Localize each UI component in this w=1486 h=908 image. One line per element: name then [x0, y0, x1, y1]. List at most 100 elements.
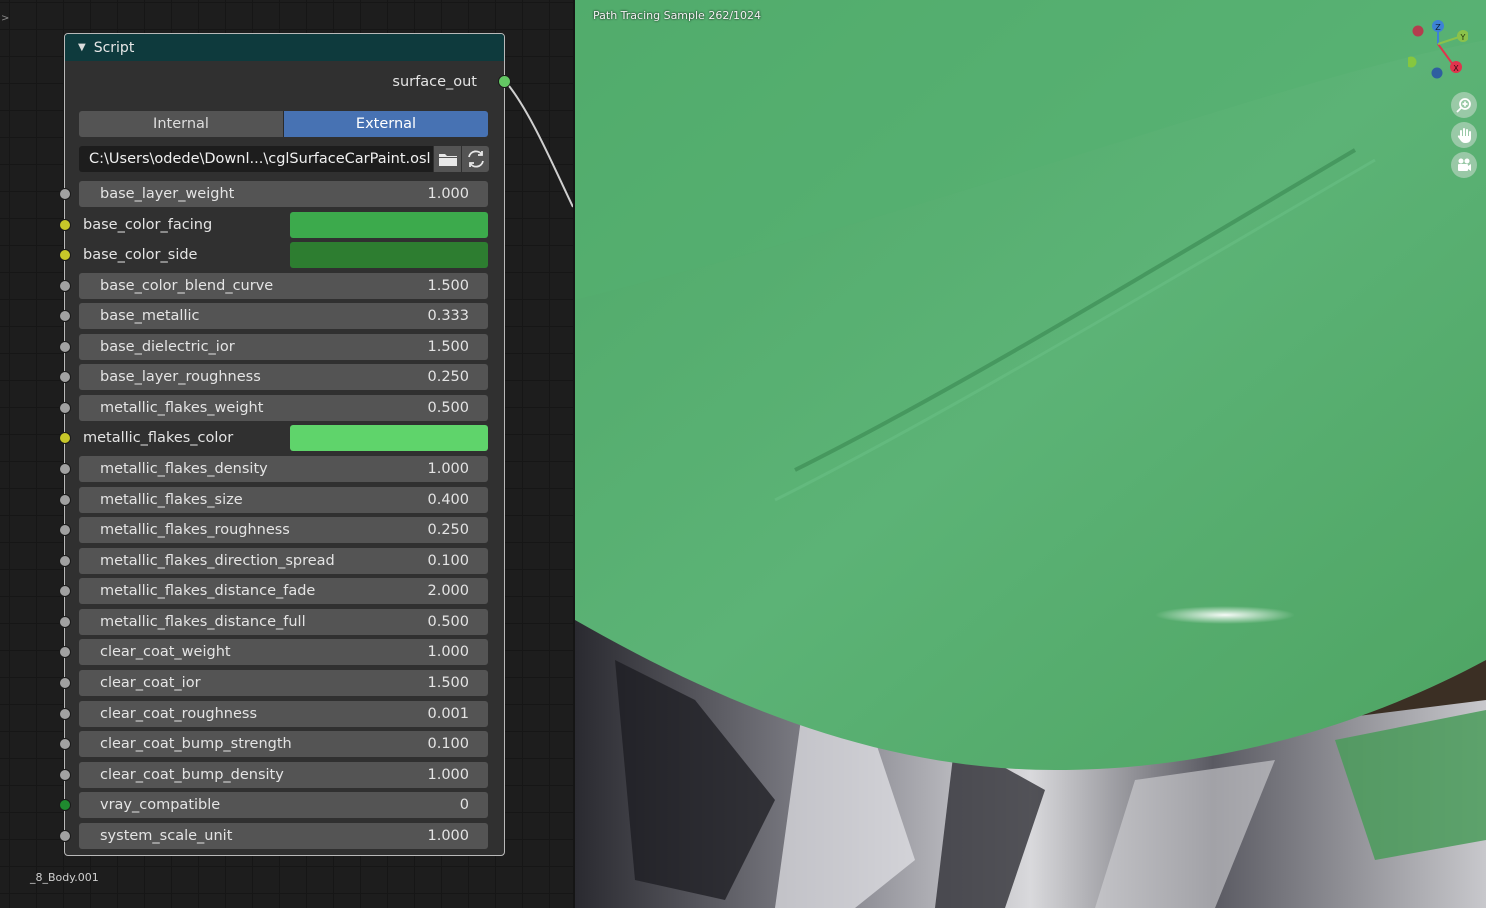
input-socket[interactable] [59, 310, 71, 322]
param-label: metallic_flakes_color [83, 430, 234, 446]
number-field[interactable]: metallic_flakes_distance_full 0.500 [79, 609, 488, 635]
number-field[interactable]: metallic_flakes_roughness 0.250 [79, 517, 488, 543]
input-socket[interactable] [59, 219, 71, 231]
render-image [575, 0, 1486, 908]
input-socket[interactable] [59, 371, 71, 383]
param-row-base-dielectric-ior[interactable]: base_dielectric_ior 1.500 [56, 334, 496, 360]
3d-viewport[interactable]: Path Tracing Sample 262/1024 Z Y X [575, 0, 1486, 908]
param-label: metallic_flakes_density [100, 461, 268, 477]
color-swatch[interactable] [290, 425, 488, 451]
param-value: 0.250 [427, 369, 469, 385]
input-socket[interactable] [59, 738, 71, 750]
camera-icon[interactable] [1451, 152, 1477, 178]
input-socket[interactable] [59, 494, 71, 506]
param-value: 0.001 [427, 706, 469, 722]
number-field[interactable]: vray_compatible 0 [79, 792, 488, 818]
param-value: 1.500 [427, 278, 469, 294]
number-field[interactable]: metallic_flakes_direction_spread 0.100 [79, 548, 488, 574]
editor-expand-arrow-icon[interactable]: > [1, 13, 9, 24]
param-label: system_scale_unit [100, 828, 233, 844]
number-field[interactable]: metallic_flakes_size 0.400 [79, 487, 488, 513]
param-value: 0.100 [427, 553, 469, 569]
param-label: base_color_facing [83, 217, 213, 233]
param-row-clear-coat-bump-density[interactable]: clear_coat_bump_density 1.000 [56, 762, 496, 788]
surface-out-socket[interactable] [498, 75, 511, 88]
number-field[interactable]: base_dielectric_ior 1.500 [79, 334, 488, 360]
number-field[interactable]: metallic_flakes_distance_fade 2.000 [79, 578, 488, 604]
folder-icon[interactable] [434, 146, 461, 172]
input-socket[interactable] [59, 188, 71, 200]
param-row-clear-coat-weight[interactable]: clear_coat_weight 1.000 [56, 639, 496, 665]
mode-external-button[interactable]: External [283, 111, 488, 137]
hand-pan-icon[interactable] [1451, 122, 1477, 148]
param-row-base-layer-weight[interactable]: base_layer_weight 1.000 [56, 181, 496, 207]
input-socket[interactable] [59, 646, 71, 658]
param-row-base-metallic[interactable]: base_metallic 0.333 [56, 303, 496, 329]
param-row-metallic-flakes-distance-full[interactable]: metallic_flakes_distance_full 0.500 [56, 609, 496, 635]
number-field[interactable]: base_layer_weight 1.000 [79, 181, 488, 207]
param-row-metallic-flakes-density[interactable]: metallic_flakes_density 1.000 [56, 456, 496, 482]
navigation-gizmo[interactable]: Z Y X [1408, 14, 1468, 84]
number-field[interactable]: clear_coat_weight 1.000 [79, 639, 488, 665]
input-socket[interactable] [59, 249, 71, 261]
param-label: clear_coat_bump_density [100, 767, 284, 783]
number-field[interactable]: metallic_flakes_weight 0.500 [79, 395, 488, 421]
number-field[interactable]: base_metallic 0.333 [79, 303, 488, 329]
input-socket[interactable] [59, 677, 71, 689]
param-row-base-color-side[interactable]: base_color_side [56, 242, 496, 268]
gizmo-z-label: Z [1435, 23, 1441, 32]
param-row-metallic-flakes-roughness[interactable]: metallic_flakes_roughness 0.250 [56, 517, 496, 543]
input-socket[interactable] [59, 432, 71, 444]
param-row-base-color-blend-curve[interactable]: base_color_blend_curve 1.500 [56, 273, 496, 299]
node-editor[interactable]: > ▼ Script surface_out Internal External… [0, 0, 573, 908]
input-socket[interactable] [59, 280, 71, 292]
param-row-metallic-flakes-color[interactable]: metallic_flakes_color [56, 425, 496, 451]
number-field[interactable]: clear_coat_bump_strength 0.100 [79, 731, 488, 757]
param-value: 0.333 [427, 308, 469, 324]
number-field[interactable]: clear_coat_ior 1.500 [79, 670, 488, 696]
param-label: metallic_flakes_size [100, 492, 243, 508]
param-row-metallic-flakes-direction-spread[interactable]: metallic_flakes_direction_spread 0.100 [56, 548, 496, 574]
input-socket[interactable] [59, 616, 71, 628]
param-row-base-layer-roughness[interactable]: base_layer_roughness 0.250 [56, 364, 496, 390]
number-field[interactable]: clear_coat_bump_density 1.000 [79, 762, 488, 788]
mode-internal-button[interactable]: Internal [79, 111, 283, 137]
param-row-system-scale-unit[interactable]: system_scale_unit 1.000 [56, 823, 496, 849]
filepath-field[interactable]: C:\Users\odede\Downl...\cglSurfaceCarPai… [79, 146, 433, 172]
node-header[interactable]: ▼ Script [65, 34, 504, 61]
input-socket[interactable] [59, 799, 71, 811]
input-socket[interactable] [59, 585, 71, 597]
input-socket[interactable] [59, 341, 71, 353]
param-value: 0.500 [427, 400, 469, 416]
number-field[interactable]: system_scale_unit 1.000 [79, 823, 488, 849]
color-swatch[interactable] [290, 242, 488, 268]
number-field[interactable]: base_layer_roughness 0.250 [79, 364, 488, 390]
number-field[interactable]: clear_coat_roughness 0.001 [79, 701, 488, 727]
reload-icon[interactable] [462, 146, 489, 172]
node-link [504, 80, 573, 208]
param-value: 1.500 [427, 339, 469, 355]
param-row-metallic-flakes-distance-fade[interactable]: metallic_flakes_distance_fade 2.000 [56, 578, 496, 604]
input-socket[interactable] [59, 830, 71, 842]
color-swatch[interactable] [290, 212, 488, 238]
param-row-metallic-flakes-weight[interactable]: metallic_flakes_weight 0.500 [56, 395, 496, 421]
param-row-clear-coat-ior[interactable]: clear_coat_ior 1.500 [56, 670, 496, 696]
input-socket[interactable] [59, 463, 71, 475]
param-row-vray-compatible[interactable]: vray_compatible 0 [56, 792, 496, 818]
param-row-clear-coat-roughness[interactable]: clear_coat_roughness 0.001 [56, 701, 496, 727]
mode-selector[interactable]: Internal External [79, 111, 488, 137]
input-socket[interactable] [59, 402, 71, 414]
param-row-base-color-facing[interactable]: base_color_facing [56, 212, 496, 238]
input-socket[interactable] [59, 769, 71, 781]
zoom-icon[interactable] [1451, 92, 1477, 118]
param-row-metallic-flakes-size[interactable]: metallic_flakes_size 0.400 [56, 487, 496, 513]
input-socket[interactable] [59, 708, 71, 720]
collapse-triangle-icon[interactable]: ▼ [78, 42, 86, 53]
number-field[interactable]: metallic_flakes_density 1.000 [79, 456, 488, 482]
number-field[interactable]: base_color_blend_curve 1.500 [79, 273, 488, 299]
object-name-label: _8_Body.001 [30, 871, 99, 884]
param-row-clear-coat-bump-strength[interactable]: clear_coat_bump_strength 0.100 [56, 731, 496, 757]
input-socket[interactable] [59, 555, 71, 567]
input-socket[interactable] [59, 524, 71, 536]
param-label: base_layer_weight [100, 186, 235, 202]
